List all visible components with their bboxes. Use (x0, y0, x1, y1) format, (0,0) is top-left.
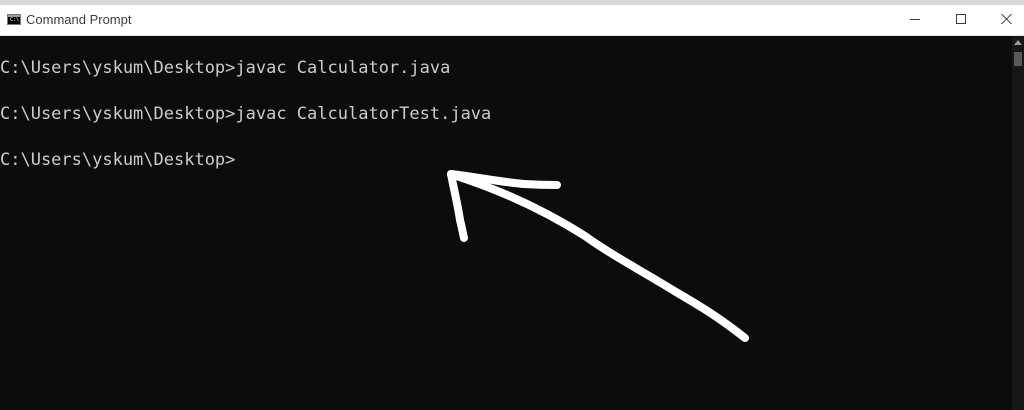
maximize-icon (956, 14, 966, 24)
cmd-icon[interactable]: C:\ (7, 14, 21, 25)
console-output[interactable]: C:\Users\yskum\Desktop>javac Calculator.… (0, 36, 1012, 410)
vertical-scrollbar[interactable] (1012, 36, 1024, 410)
maximize-button[interactable] (938, 5, 984, 35)
scroll-up-arrow-icon[interactable] (1014, 40, 1022, 45)
close-icon (1001, 13, 1013, 25)
console-line: C:\Users\yskum\Desktop>javac Calculator.… (0, 58, 451, 78)
close-button[interactable] (984, 5, 1024, 35)
command-prompt-window: C:\ Command Prompt C:\Users\yskum\Deskto… (0, 0, 1024, 410)
window-title: Command Prompt (26, 12, 132, 27)
minimize-icon (910, 19, 920, 20)
cmd-icon-text: C:\ (10, 17, 20, 23)
title-bar[interactable]: C:\ Command Prompt (0, 5, 1024, 36)
scrollbar-thumb[interactable] (1014, 52, 1022, 66)
console-line: C:\Users\yskum\Desktop>javac CalculatorT… (0, 104, 492, 124)
console-prompt-line[interactable]: C:\Users\yskum\Desktop> (0, 148, 1012, 194)
minimize-button[interactable] (892, 5, 938, 35)
